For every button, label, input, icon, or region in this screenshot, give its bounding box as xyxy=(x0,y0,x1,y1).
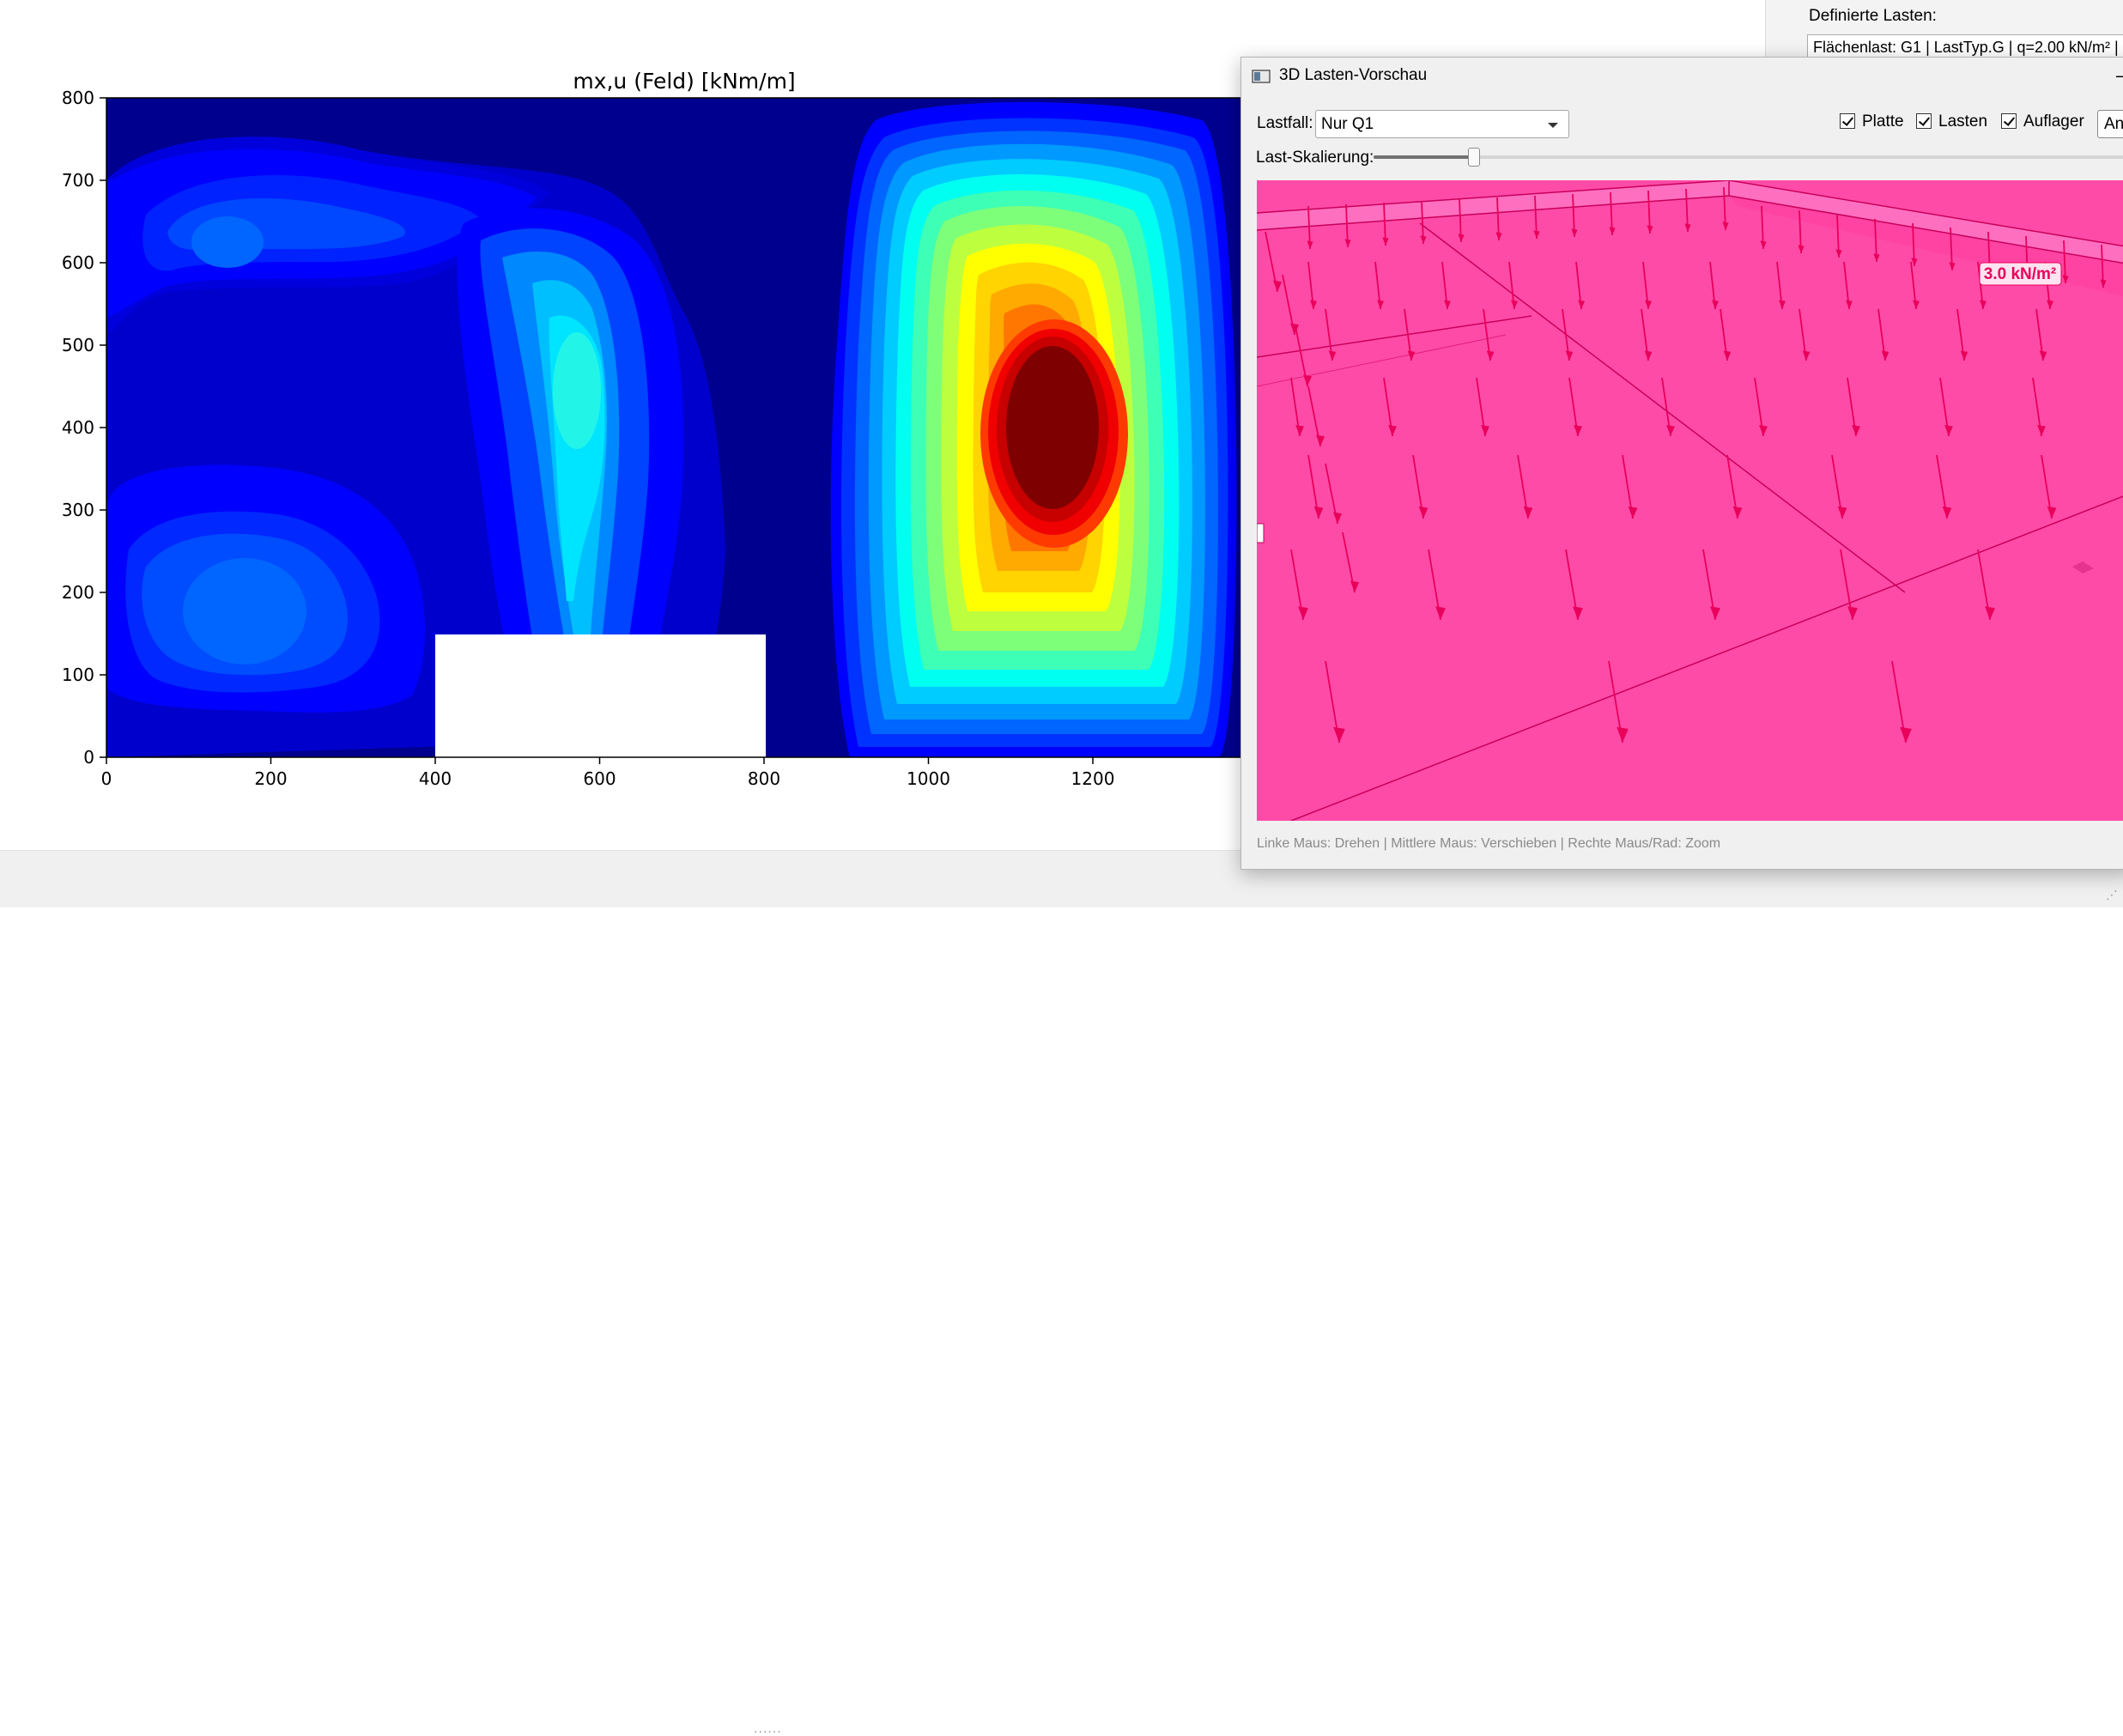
contour-region-peak xyxy=(830,102,1237,757)
y-axis-ticks: 0 100 200 300 400 500 600 700 800 xyxy=(62,88,106,768)
3d-scene[interactable]: 3.0 kN/m² xyxy=(1257,180,2123,821)
y-tick-label: 100 xyxy=(62,665,94,685)
splitter-handle[interactable]: ...... xyxy=(754,1722,782,1736)
checkbox-checked-icon[interactable] xyxy=(2001,113,2017,129)
checkbox-checked-icon[interactable] xyxy=(1916,113,1932,129)
x-axis-ticks: 0200400600800100012001 xyxy=(101,757,1115,789)
scale-slider-fill xyxy=(1374,155,1474,159)
window-title: 3D Lasten-Vorschau xyxy=(1279,66,1428,84)
loadcase-value: Nur Q1 xyxy=(1321,115,1374,133)
chevron-down-icon xyxy=(1548,123,1558,128)
y-tick-label: 300 xyxy=(62,500,94,520)
x-tick-label: 200 xyxy=(254,768,287,789)
loads-panel: Definierte Lasten: Flächenlast: G1 | Las… xyxy=(1765,0,2123,60)
y-tick-label: 800 xyxy=(62,88,94,108)
3d-viewport[interactable]: 3.0 kN/m² xyxy=(1257,180,2123,821)
x-tick-label: 800 xyxy=(748,768,780,789)
axis-gizmo-marker xyxy=(1257,523,1265,543)
minimize-button[interactable]: – xyxy=(2107,64,2123,88)
plot-cutout xyxy=(435,634,766,757)
checkbox-lasten[interactable]: Lasten xyxy=(1916,112,1987,131)
y-tick-label: 400 xyxy=(62,417,94,438)
loadcase-select[interactable]: Nur Q1 xyxy=(1315,110,1569,138)
window-app-icon xyxy=(1252,70,1271,83)
scale-slider-handle[interactable] xyxy=(1468,148,1480,167)
checkbox-platte-label: Platte xyxy=(1862,112,1904,131)
load-value-label: 3.0 kN/m² xyxy=(1984,265,2056,283)
scale-label: Last-Skalierung: xyxy=(1256,149,1374,167)
checkbox-lasten-label: Lasten xyxy=(1938,112,1988,131)
navigation-hint: Linke Maus: Drehen | Mittlere Maus: Vers… xyxy=(1257,836,1721,851)
scale-slider[interactable] xyxy=(1374,148,2123,167)
plot-title: mx,u (Feld) [kNm/m] xyxy=(573,69,795,94)
contour-plot: mx,u (Feld) [kNm/m] 0 200 400 600 800 10… xyxy=(62,69,1245,789)
x-tick-label: 600 xyxy=(583,768,616,789)
loadcase-label: Lastfall: xyxy=(1257,114,1313,132)
window-title-bar[interactable]: 3D Lasten-Vorschau – xyxy=(1241,58,2123,97)
y-tick-label: 0 xyxy=(83,747,94,768)
checkbox-checked-icon[interactable] xyxy=(1840,113,1855,129)
y-tick-label: 200 xyxy=(62,582,94,603)
x-tick-label: 1200 xyxy=(1071,768,1115,789)
y-tick-label: 700 xyxy=(62,170,94,191)
checkbox-platte[interactable]: Platte xyxy=(1840,112,1904,131)
resize-grip-icon[interactable]: ⋰ xyxy=(2106,889,2118,902)
y-tick-label: 600 xyxy=(62,252,94,273)
checkbox-auflager-label: Auflager xyxy=(2023,112,2084,131)
x-tick-label: 1000 xyxy=(907,768,950,789)
preview-window: 3D Lasten-Vorschau – Lastfall: Nur Q1 Pl… xyxy=(1240,57,2123,870)
defined-loads-label: Definierte Lasten: xyxy=(1809,7,1937,25)
x-tick-label: 400 xyxy=(419,768,452,789)
y-tick-label: 500 xyxy=(62,335,94,355)
x-tick-label: 0 xyxy=(101,768,112,789)
checkbox-auflager[interactable]: Auflager xyxy=(2001,112,2084,131)
apply-button[interactable]: An xyxy=(2097,110,2123,138)
